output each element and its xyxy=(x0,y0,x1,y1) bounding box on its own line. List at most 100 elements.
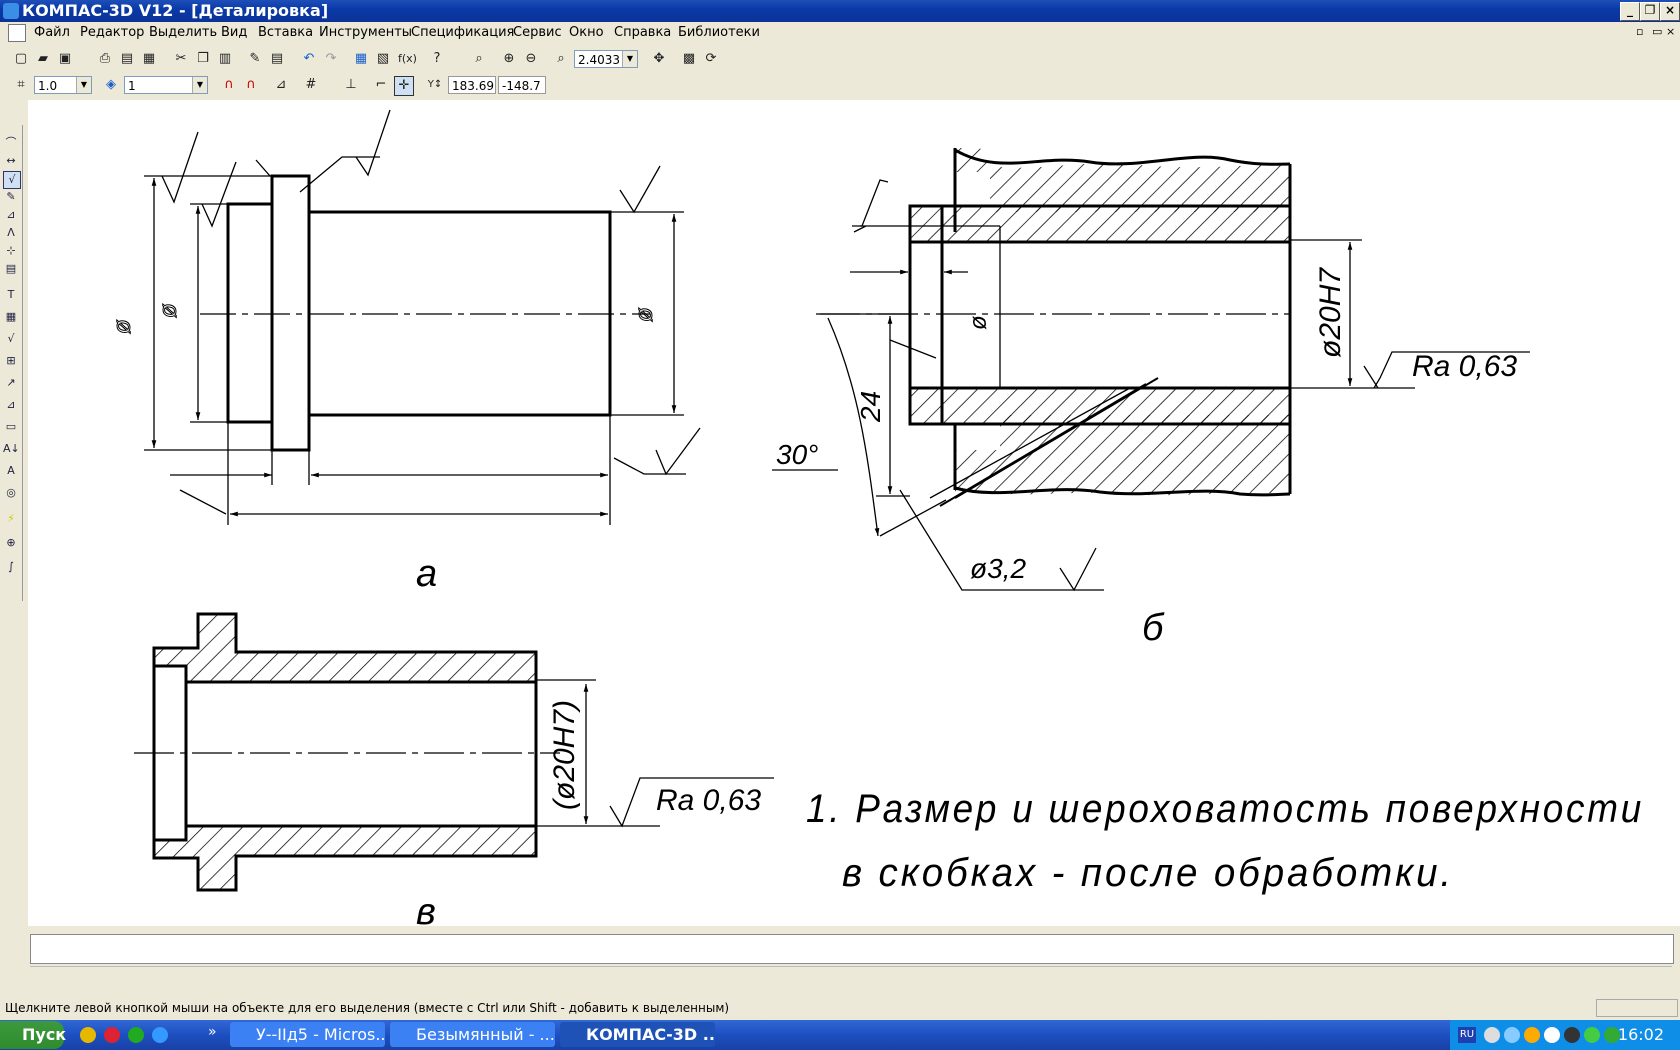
menu-view[interactable]: Вид xyxy=(221,25,247,40)
variables-icon[interactable]: f(x) xyxy=(398,50,417,68)
print-icon[interactable]: ⎙ xyxy=(96,50,114,68)
doc-minimize-icon[interactable]: ▫ xyxy=(1636,25,1643,38)
tray-icon-5[interactable] xyxy=(1564,1027,1580,1043)
menu-editor[interactable]: Редактор xyxy=(80,25,144,40)
leader-icon[interactable]: ↗ xyxy=(3,375,19,391)
select-icon[interactable]: ⊹ xyxy=(3,243,19,259)
parametrization-icon[interactable]: ⊿ xyxy=(3,207,19,223)
refresh-icon[interactable]: ▩ xyxy=(680,50,698,68)
chevron-down-icon[interactable]: ▼ xyxy=(622,51,637,67)
menu-insert[interactable]: Вставка xyxy=(258,25,313,40)
grid-icon[interactable]: # xyxy=(302,76,320,94)
roughness-icon[interactable]: √ xyxy=(3,331,19,347)
copy-icon[interactable]: ❐ xyxy=(194,50,212,68)
lightning-icon[interactable]: ⚡ xyxy=(3,511,19,527)
tray-icon-3[interactable] xyxy=(1524,1027,1540,1043)
menu-select[interactable]: Выделить xyxy=(149,25,217,40)
technical-drawing[interactable]: ø ø ø а ø ø20H7 Ra 0,63 24 30° ø3,2 б (ø… xyxy=(28,100,1680,933)
snap-magnet-icon[interactable]: ∩ xyxy=(220,76,238,94)
doc-close-icon[interactable]: × xyxy=(1666,25,1675,38)
axis-icon[interactable]: ◎ xyxy=(3,485,19,501)
cut-icon[interactable]: ✂ xyxy=(172,50,190,68)
menu-file[interactable]: Файл xyxy=(34,25,70,40)
orthogonal-icon[interactable]: ⊿ xyxy=(272,76,290,94)
drawing-canvas[interactable]: ø ø ø а ø ø20H7 Ra 0,63 24 30° ø3,2 б (ø… xyxy=(28,100,1680,933)
zoom-combo[interactable]: 2.4033 ▼ xyxy=(574,50,638,68)
base-icon[interactable]: ⊞ xyxy=(3,353,19,369)
tolerance-icon[interactable]: ▭ xyxy=(3,419,19,435)
undo-icon[interactable]: ↶ xyxy=(300,50,318,68)
geometry-icon[interactable]: ⌒ xyxy=(3,135,19,151)
new-document-icon[interactable]: ▢ xyxy=(12,50,30,68)
editing-icon[interactable]: ✎ xyxy=(3,189,19,205)
quicklaunch-browser-icon[interactable] xyxy=(80,1027,96,1043)
ortho-mode-icon[interactable]: ⌐ xyxy=(372,76,390,94)
properties-panel[interactable] xyxy=(30,934,1674,964)
quicklaunch-ie-icon[interactable] xyxy=(152,1027,168,1043)
measure-icon[interactable]: Λ xyxy=(3,225,19,241)
close-button[interactable]: × xyxy=(1660,2,1680,21)
paste-icon[interactable]: ▥ xyxy=(216,50,234,68)
tray-icon-2[interactable] xyxy=(1504,1027,1520,1043)
round-mode-icon[interactable]: ✛ xyxy=(394,76,414,96)
print-preview-icon[interactable]: ▤ xyxy=(118,50,136,68)
quicklaunch-opera-icon[interactable] xyxy=(104,1027,120,1043)
library-icon[interactable]: ▧ xyxy=(374,50,392,68)
save-icon[interactable]: ▣ xyxy=(56,50,74,68)
redo-icon[interactable]: ↷ xyxy=(322,50,340,68)
menu-libraries[interactable]: Библиотеки xyxy=(678,25,760,40)
flange-small[interactable] xyxy=(226,202,274,424)
center-mark-icon[interactable]: ⊕ xyxy=(3,535,19,551)
preview-icon[interactable]: ▦ xyxy=(140,50,158,68)
zoom-out-icon[interactable]: ⊖ xyxy=(522,50,540,68)
menu-help[interactable]: Справка xyxy=(614,25,671,40)
restore-button[interactable]: ❐ xyxy=(1640,2,1660,21)
position-icon[interactable]: ⊿ xyxy=(3,397,19,413)
document-icon[interactable] xyxy=(8,24,26,42)
tray-icon-6[interactable] xyxy=(1584,1027,1600,1043)
quicklaunch-app-icon[interactable] xyxy=(128,1027,144,1043)
zoom-window-icon[interactable]: ⌕ xyxy=(470,50,488,68)
grid-step-icon[interactable]: ⌗ xyxy=(12,76,30,94)
cut-line-icon[interactable]: A xyxy=(3,463,19,479)
minimize-button[interactable]: _ xyxy=(1620,2,1640,21)
chevron-down-icon[interactable]: ▼ xyxy=(192,77,207,93)
spec-icon[interactable]: ▤ xyxy=(3,261,19,277)
properties-icon[interactable]: ▤ xyxy=(268,50,286,68)
format-painter-icon[interactable]: ✎ xyxy=(246,50,264,68)
menu-specification[interactable]: Спецификация xyxy=(411,25,514,40)
menu-service[interactable]: Сервис xyxy=(513,25,562,40)
quicklaunch-more-icon[interactable]: » xyxy=(208,1024,217,1040)
layer-combo[interactable]: 1 ▼ xyxy=(124,76,208,94)
start-button[interactable]: Пуск xyxy=(0,1021,66,1049)
menu-tools[interactable]: Инструменты xyxy=(319,25,412,40)
table-icon[interactable]: ▦ xyxy=(3,309,19,325)
snap-settings-icon[interactable]: ∩ xyxy=(242,76,260,94)
layers-icon[interactable]: ◈ xyxy=(102,76,120,94)
pan-icon[interactable]: ✥ xyxy=(650,50,668,68)
local-cs-icon[interactable]: ⊥ xyxy=(342,76,360,94)
tray-flag-icon[interactable] xyxy=(1544,1027,1560,1043)
step-combo[interactable]: 1.0 ▼ xyxy=(34,76,92,94)
menu-window[interactable]: Окно xyxy=(569,25,604,40)
zoom-in-icon[interactable]: ⊕ xyxy=(500,50,518,68)
doc-restore-icon[interactable]: ▭ xyxy=(1652,25,1662,38)
manager-icon[interactable]: ▦ xyxy=(352,50,370,68)
dimensions-icon[interactable]: ↔ xyxy=(3,153,19,169)
zoom-scale-icon[interactable]: ⌕ xyxy=(552,50,570,68)
view-arrow-icon[interactable]: A↓ xyxy=(3,441,20,457)
coord-x-field[interactable]: 183.69 xyxy=(448,76,496,94)
help-pointer-icon[interactable]: ? xyxy=(428,50,446,68)
task-word[interactable]: У--IIд5 - Micros... xyxy=(230,1022,385,1047)
regenerate-icon[interactable]: ⟳ xyxy=(702,50,720,68)
open-folder-icon[interactable]: ▰ xyxy=(34,50,52,68)
designations-icon[interactable]: √ xyxy=(3,171,21,189)
task-untitled[interactable]: Безымянный - ... xyxy=(390,1022,555,1047)
flange-large[interactable] xyxy=(270,174,311,452)
wave-line-icon[interactable]: ∫ xyxy=(3,559,19,575)
language-indicator[interactable]: RU xyxy=(1458,1027,1476,1043)
coord-y-field[interactable]: -148.7 xyxy=(498,76,546,94)
tray-icon-1[interactable] xyxy=(1484,1027,1500,1043)
chevron-down-icon[interactable]: ▼ xyxy=(76,77,91,93)
task-kompas[interactable]: КОМПАС-3D ... xyxy=(560,1022,715,1047)
